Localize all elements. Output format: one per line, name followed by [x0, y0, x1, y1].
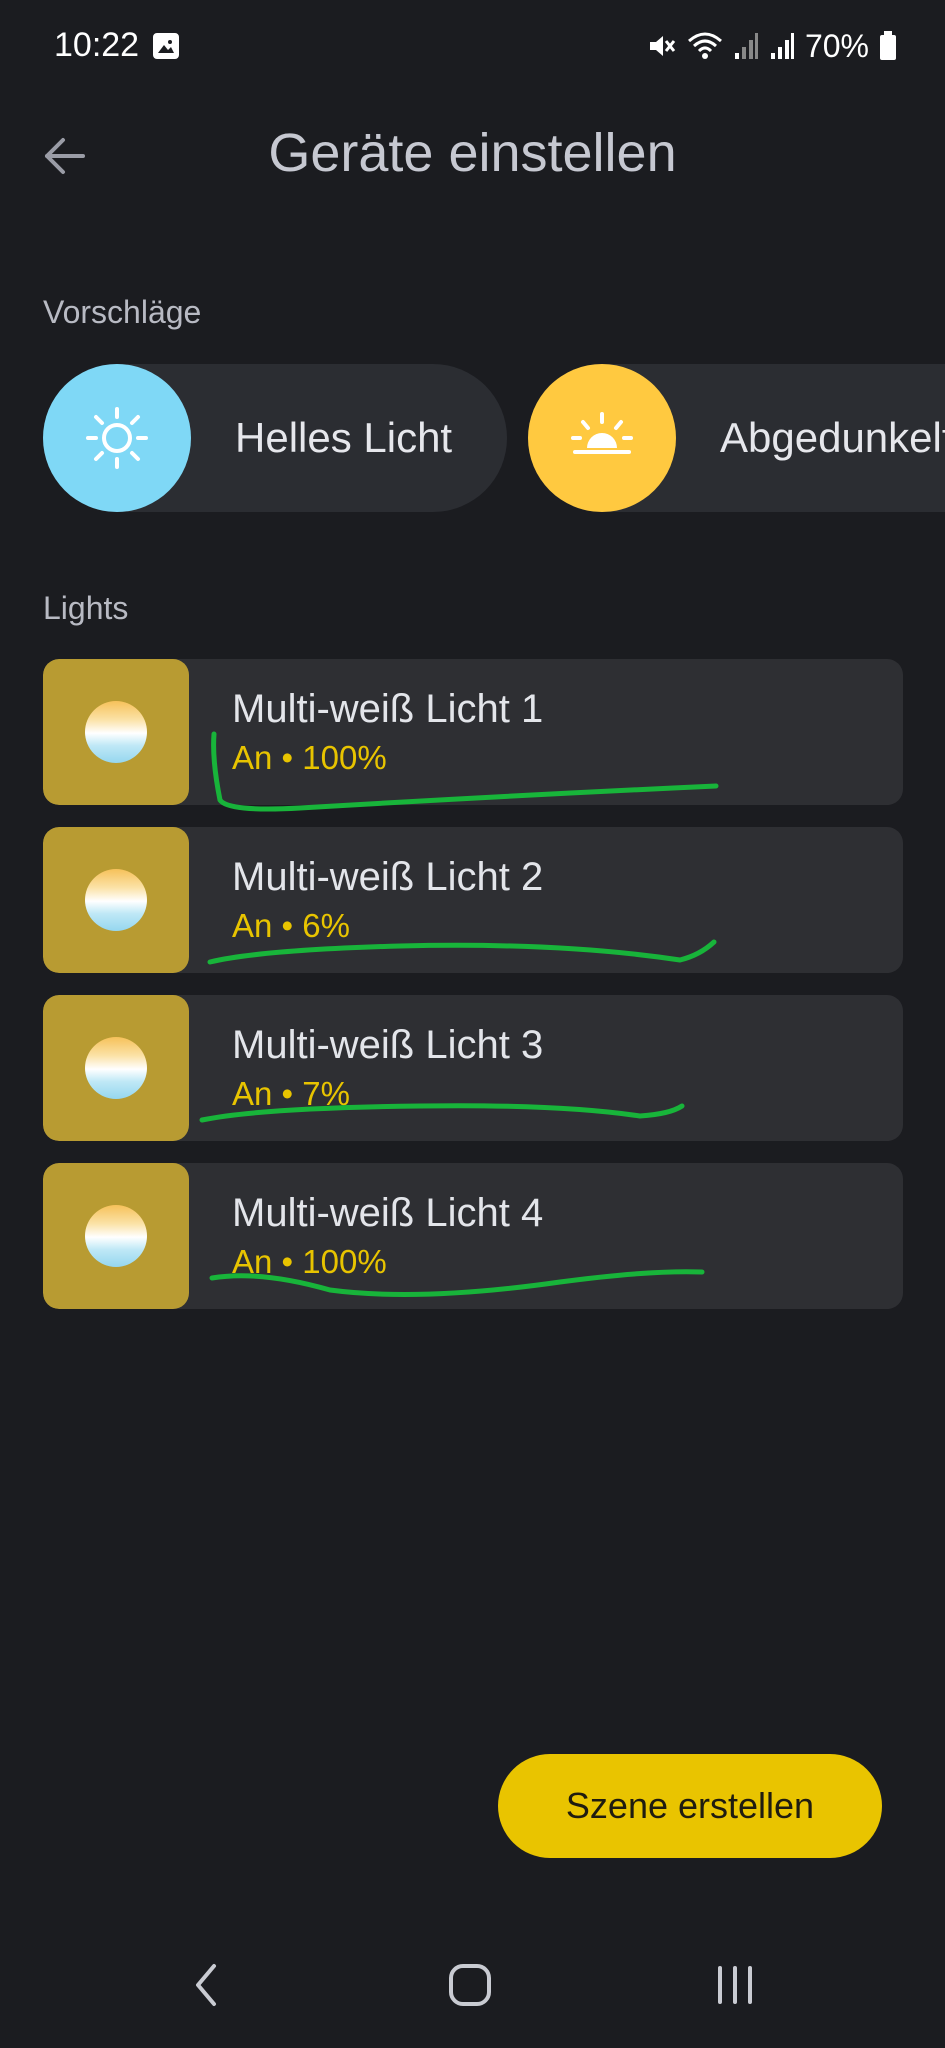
nav-recents-button[interactable] [695, 1950, 775, 2020]
mute-icon [649, 36, 676, 56]
bulb-icon [85, 701, 147, 763]
light-status: An • 6% [232, 907, 350, 944]
light-name: Multi-weiß Licht 1 [232, 687, 544, 731]
nav-bar [0, 1930, 945, 2048]
sun-icon [43, 364, 191, 512]
light-card-4[interactable]: Multi-weiß Licht 4 An • 100% [43, 1163, 903, 1309]
create-scene-button[interactable]: Szene erstellen [498, 1754, 882, 1858]
bulb-icon [85, 1205, 147, 1267]
page-title: Geräte einstellen [268, 123, 677, 183]
light-toggle[interactable] [43, 827, 189, 973]
nav-back-button[interactable] [166, 1950, 246, 2020]
light-card-3[interactable]: Multi-weiß Licht 3 An • 7% [43, 995, 903, 1141]
status-icons: 70% [647, 26, 897, 66]
light-status: An • 7% [232, 1075, 350, 1112]
light-name: Multi-weiß Licht 2 [232, 855, 544, 899]
gallery-icon [153, 33, 179, 59]
suggestion-label: Helles Licht [235, 414, 453, 461]
battery-icon [880, 31, 896, 60]
suggestion-dimmed[interactable]: Abgedunkelt [528, 364, 945, 512]
light-toggle[interactable] [43, 1163, 189, 1309]
status-bar: 10:22 70% [0, 0, 945, 96]
status-time: 10:22 [54, 26, 140, 64]
bulb-icon [85, 1037, 147, 1099]
lights-heading: Lights [43, 590, 129, 626]
suggestions-row: Helles Licht Abgedunkelt [43, 364, 945, 512]
light-status: An • 100% [232, 1243, 387, 1280]
nav-recents-icon [718, 1966, 752, 2004]
bulb-icon [85, 869, 147, 931]
battery-percent: 70% [804, 27, 869, 64]
suggestion-bright-light[interactable]: Helles Licht [43, 364, 507, 512]
nav-home-icon [449, 1964, 491, 2006]
light-toggle[interactable] [43, 659, 189, 805]
suggestions-heading: Vorschläge [43, 294, 202, 330]
wifi-icon [687, 32, 722, 59]
light-card-1[interactable]: Multi-weiß Licht 1 An • 100% [43, 659, 903, 805]
nav-back-icon [196, 1964, 216, 2006]
nav-home-button[interactable] [430, 1950, 510, 2020]
light-status: An • 100% [232, 739, 387, 776]
signal-icon [734, 33, 758, 59]
light-card-2[interactable]: Multi-weiß Licht 2 An • 6% [43, 827, 903, 973]
suggestion-label: Abgedunkelt [720, 414, 945, 461]
light-name: Multi-weiß Licht 3 [232, 1023, 544, 1067]
sunrise-icon [528, 364, 676, 512]
signal-icon [770, 33, 794, 59]
light-toggle[interactable] [43, 995, 189, 1141]
light-name: Multi-weiß Licht 4 [232, 1191, 544, 1235]
